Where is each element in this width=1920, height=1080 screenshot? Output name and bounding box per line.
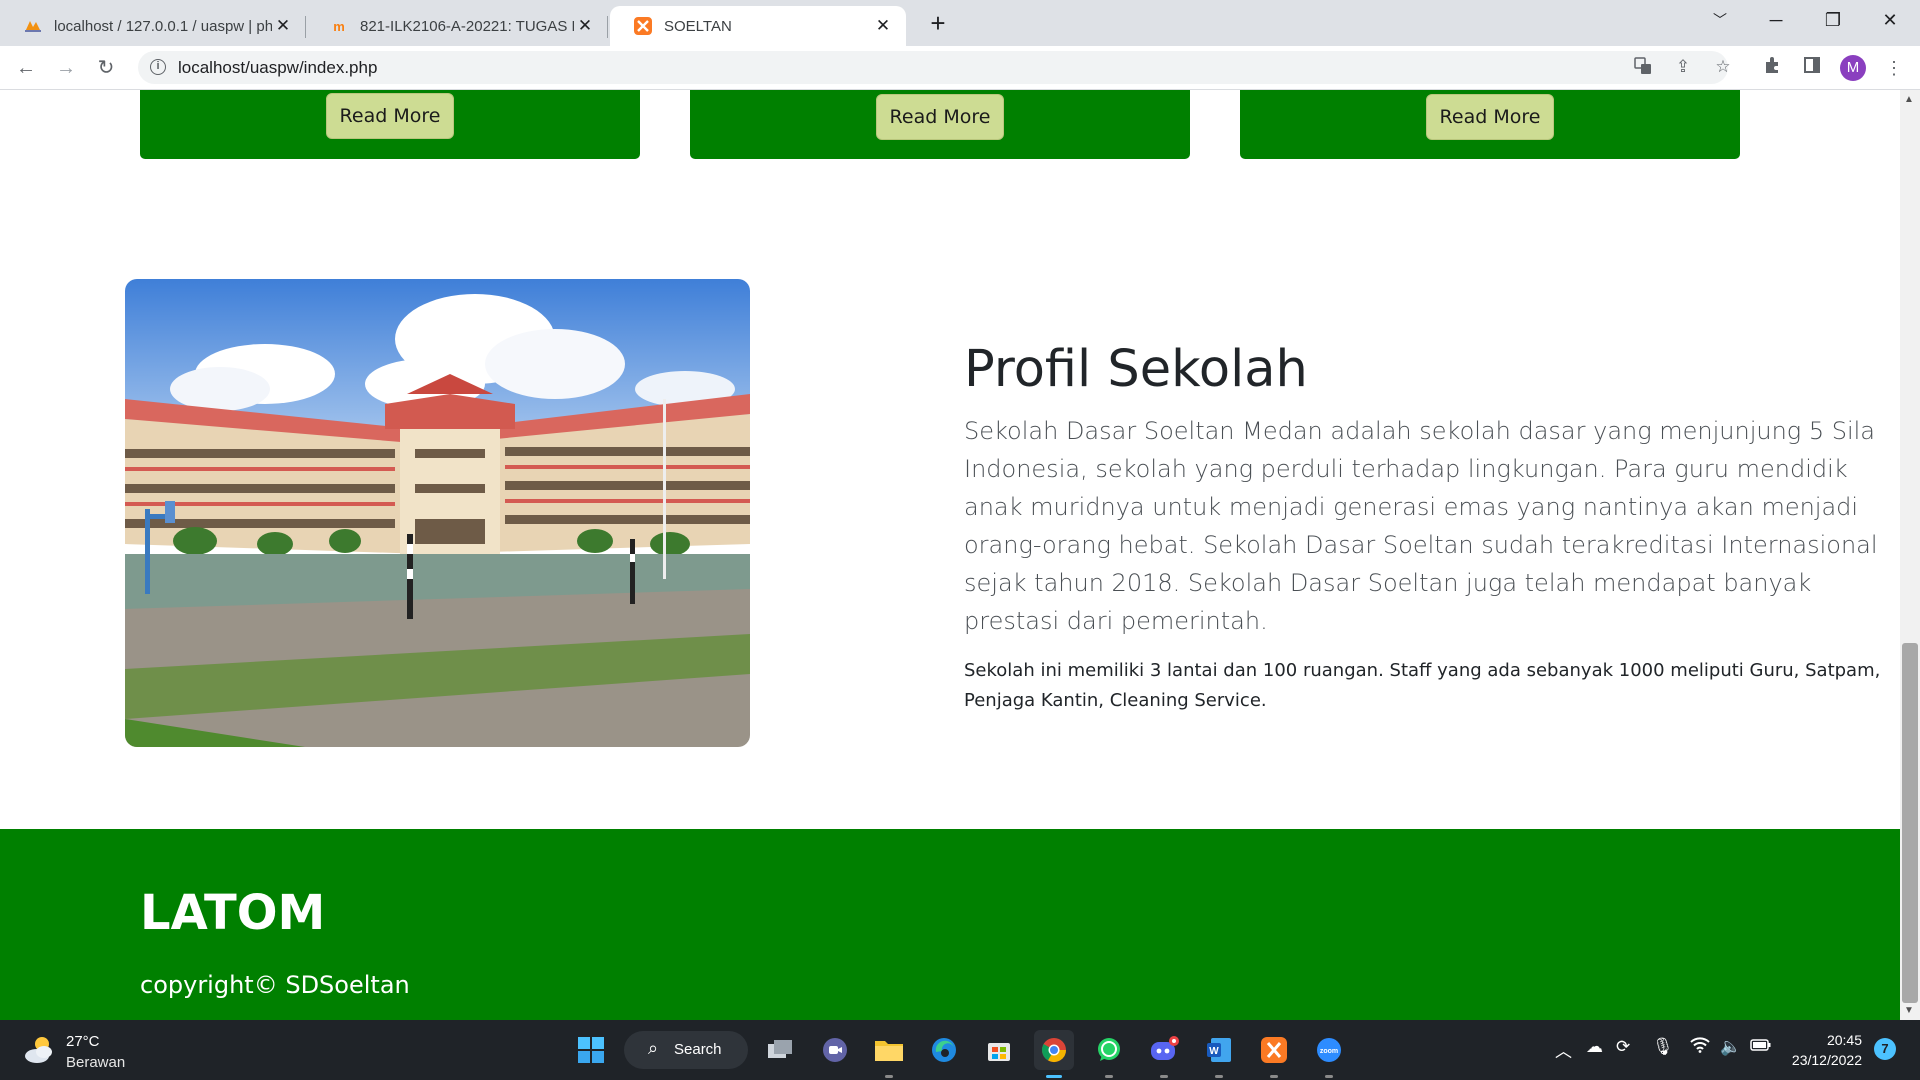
back-icon[interactable]: ← bbox=[10, 52, 42, 84]
card: Read More bbox=[1240, 90, 1740, 159]
page-viewport: Read More Read More Read More Profil Sek… bbox=[0, 90, 1900, 1020]
menu-kebab-icon[interactable]: ⋮ bbox=[1880, 54, 1908, 82]
clock-time: 20:45 bbox=[1826, 1032, 1862, 1048]
edge-browser-icon[interactable] bbox=[924, 1030, 964, 1070]
microphone-icon[interactable]: 🎙 bbox=[1652, 1037, 1674, 1057]
xampp-control-icon[interactable] bbox=[1254, 1030, 1294, 1078]
scroll-up-arrow-icon[interactable]: ▲ bbox=[1904, 94, 1914, 105]
card: Read More bbox=[690, 90, 1190, 159]
notification-badge[interactable]: 7 bbox=[1874, 1038, 1896, 1060]
onedrive-cloud-icon[interactable]: ☁ bbox=[1586, 1037, 1603, 1057]
profile-avatar[interactable]: M bbox=[1840, 55, 1866, 81]
profile-title: Profil Sekolah bbox=[964, 340, 1308, 399]
scrollbar-thumb[interactable] bbox=[1902, 643, 1918, 1003]
weather-cloudy-icon[interactable] bbox=[22, 1032, 58, 1068]
discord-icon[interactable] bbox=[1144, 1030, 1184, 1078]
word-icon[interactable]: W bbox=[1199, 1030, 1239, 1078]
profile-lead-text: Sekolah Dasar Soeltan Medan adalah sekol… bbox=[964, 417, 1878, 635]
forward-icon[interactable]: → bbox=[50, 52, 82, 84]
search-icon: ⌕ bbox=[648, 1038, 659, 1058]
svg-text:zoom: zoom bbox=[1320, 1048, 1338, 1055]
bookmark-star-icon[interactable]: ☆ bbox=[1710, 57, 1736, 79]
browser-tab-strip: localhost / 127.0.0.1 / uaspw | ph ✕ m 8… bbox=[0, 0, 1920, 46]
tab-title: localhost / 127.0.0.1 / uaspw | ph bbox=[54, 17, 272, 35]
tab-search-chevron-icon[interactable]: ﹀ bbox=[1692, 0, 1748, 40]
battery-icon[interactable] bbox=[1750, 1037, 1772, 1057]
site-info-icon[interactable]: i bbox=[150, 59, 166, 75]
tab-phpmyadmin[interactable]: localhost / 127.0.0.1 / uaspw | ph ✕ bbox=[0, 6, 306, 46]
zoom-icon[interactable]: zoom bbox=[1309, 1030, 1349, 1078]
weather-temperature[interactable]: 27°C bbox=[66, 1033, 100, 1050]
show-hidden-icons-chevron-icon[interactable]: ︿ bbox=[1555, 1037, 1572, 1062]
microsoft-store-icon[interactable] bbox=[979, 1030, 1019, 1070]
close-tab-icon[interactable]: ✕ bbox=[872, 16, 894, 36]
chrome-icon[interactable] bbox=[1034, 1030, 1074, 1078]
search-label: Search bbox=[674, 1041, 722, 1058]
svg-text:W: W bbox=[1209, 1046, 1219, 1057]
tab-title: SOELTAN bbox=[664, 17, 732, 35]
footer-brand: LATOM bbox=[140, 885, 326, 941]
running-indicator bbox=[1215, 1075, 1223, 1078]
running-indicator bbox=[1105, 1075, 1113, 1078]
system-clock[interactable]: 20:45 23/12/2022 bbox=[1792, 1030, 1862, 1070]
translate-icon[interactable] bbox=[1630, 57, 1656, 79]
read-more-button[interactable]: Read More bbox=[326, 93, 454, 139]
restore-icon[interactable]: ❐ bbox=[1805, 0, 1861, 40]
task-view-icon[interactable] bbox=[760, 1030, 800, 1070]
footer-copyright: copyright© SDSoeltan bbox=[140, 971, 410, 999]
reload-icon[interactable]: ↻ bbox=[90, 52, 122, 84]
clock-date: 23/12/2022 bbox=[1791, 1052, 1862, 1068]
address-bar[interactable]: i localhost/uaspw/index.php ⇪ ☆ bbox=[138, 51, 1731, 84]
school-building-photo bbox=[125, 279, 750, 747]
profile-detail-text: Sekolah ini memiliki 3 lantai dan 100 ru… bbox=[964, 660, 1881, 711]
close-tab-icon[interactable]: ✕ bbox=[574, 16, 596, 36]
site-footer: LATOM copyright© SDSoeltan bbox=[0, 829, 1900, 1020]
tab-title: 821-ILK2106-A-20221: TUGAS PE bbox=[360, 17, 574, 35]
close-tab-icon[interactable]: ✕ bbox=[272, 16, 294, 36]
extensions-icon[interactable] bbox=[1758, 54, 1786, 82]
card: Read More bbox=[140, 90, 640, 159]
xampp-icon bbox=[634, 17, 652, 35]
tab-soeltan[interactable]: SOELTAN ✕ bbox=[610, 6, 906, 46]
weather-condition[interactable]: Berawan bbox=[66, 1054, 125, 1071]
phpmyadmin-icon bbox=[24, 17, 42, 35]
sync-icon[interactable]: ⟳ bbox=[1616, 1037, 1630, 1057]
running-indicator bbox=[1160, 1075, 1168, 1078]
read-more-button[interactable]: Read More bbox=[876, 94, 1004, 140]
taskbar-search[interactable]: ⌕ Search bbox=[624, 1031, 748, 1069]
active-indicator bbox=[1046, 1075, 1062, 1078]
running-indicator bbox=[1270, 1075, 1278, 1078]
moodle-icon: m bbox=[333, 18, 345, 34]
side-panel-icon[interactable] bbox=[1798, 54, 1826, 82]
wifi-icon[interactable] bbox=[1690, 1037, 1710, 1058]
close-window-icon[interactable]: ✕ bbox=[1862, 0, 1918, 40]
windows-taskbar: 27°C Berawan ⌕ Search W zoom ︿ ☁ ⟳ 🎙 🔈 2… bbox=[0, 1020, 1920, 1080]
start-windows-icon[interactable] bbox=[571, 1030, 611, 1070]
new-tab-icon[interactable]: + bbox=[920, 6, 956, 42]
read-more-button[interactable]: Read More bbox=[1426, 94, 1554, 140]
tab-moodle[interactable]: m 821-ILK2106-A-20221: TUGAS PE ✕ bbox=[306, 6, 608, 46]
file-explorer-icon[interactable] bbox=[869, 1030, 909, 1078]
teams-chat-icon[interactable] bbox=[815, 1030, 855, 1070]
scroll-down-arrow-icon[interactable]: ▼ bbox=[1904, 1005, 1914, 1016]
running-indicator bbox=[885, 1075, 893, 1078]
whatsapp-icon[interactable] bbox=[1089, 1030, 1129, 1078]
volume-icon[interactable]: 🔈 bbox=[1720, 1037, 1741, 1057]
share-icon[interactable]: ⇪ bbox=[1670, 57, 1696, 79]
url-text[interactable]: localhost/uaspw/index.php bbox=[178, 58, 377, 78]
running-indicator bbox=[1325, 1075, 1333, 1078]
browser-toolbar: ← → ↻ i localhost/uaspw/index.php ⇪ ☆ M … bbox=[0, 46, 1920, 90]
minimize-icon[interactable]: ─ bbox=[1748, 0, 1804, 40]
